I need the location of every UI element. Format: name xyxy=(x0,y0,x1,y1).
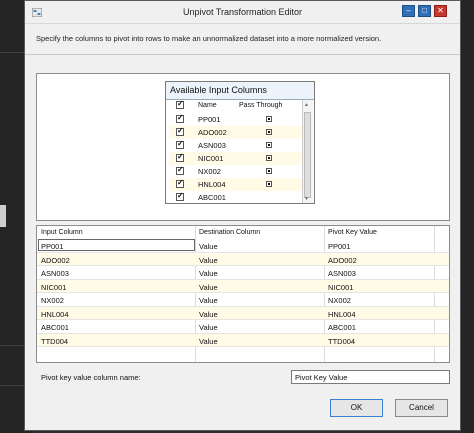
input-column-header: Input Column xyxy=(41,229,83,236)
list-item[interactable]: ASN003 xyxy=(169,139,304,152)
mapping-grid: Input Column Destination Column Pivot Ke… xyxy=(36,225,450,363)
column-name: NX002 xyxy=(198,167,221,176)
table-row[interactable]: NIC001 Value NIC001 xyxy=(37,279,449,293)
list-item[interactable]: NX002 xyxy=(169,165,304,178)
available-columns-title: Available Input Columns xyxy=(170,85,267,95)
unpivot-dialog: Unpivot Transformation Editor – □ ✕ Spec… xyxy=(24,0,461,431)
list-item[interactable]: NIC001 xyxy=(169,152,304,165)
list-item[interactable]: ABC001 xyxy=(169,191,304,203)
cancel-button[interactable]: Cancel xyxy=(395,399,448,417)
available-columns-header: Name Pass Through xyxy=(169,99,304,112)
available-input-columns: Available Input Columns Name Pass Throug… xyxy=(165,81,315,204)
pass-through-checkbox[interactable] xyxy=(266,129,272,135)
maximize-button[interactable]: □ xyxy=(418,5,431,17)
list-item[interactable]: HNL004 xyxy=(169,178,304,191)
maximize-icon: □ xyxy=(422,6,427,15)
pivot-key-value-cell[interactable]: PP001 xyxy=(328,242,351,251)
column-name: HNL004 xyxy=(198,180,226,189)
scroll-up-icon[interactable]: ▲ xyxy=(304,102,309,108)
scrollbar-thumb[interactable] xyxy=(304,112,311,198)
name-column-header: Name xyxy=(198,102,217,109)
list-item[interactable]: ADO002 xyxy=(169,126,304,139)
pass-through-checkbox[interactable] xyxy=(266,168,272,174)
pivot-key-value-cell[interactable]: ASN003 xyxy=(328,269,356,278)
pass-through-column-header: Pass Through xyxy=(239,102,283,109)
destination-column-cell[interactable]: Value xyxy=(199,337,218,346)
column-name: ADO002 xyxy=(198,128,227,137)
column-checkbox[interactable] xyxy=(176,178,184,188)
input-column-cell[interactable]: ABC001 xyxy=(41,323,69,332)
table-row[interactable]: ASN003 Value ASN003 xyxy=(37,266,449,280)
pass-through-checkbox[interactable] xyxy=(266,181,272,187)
scroll-down-icon[interactable]: ▼ xyxy=(304,196,309,202)
input-column-cell[interactable]: ADO002 xyxy=(41,256,70,265)
pivot-key-value-cell[interactable]: NIC001 xyxy=(328,283,353,292)
column-checkbox[interactable] xyxy=(176,113,184,123)
destination-column-cell[interactable]: Value xyxy=(199,296,218,305)
destination-column-cell[interactable]: Value xyxy=(199,256,218,265)
table-row[interactable]: HNL004 Value HNL004 xyxy=(37,306,449,320)
pivot-key-value-cell[interactable]: ADO002 xyxy=(328,256,357,265)
input-column-cell[interactable]: ASN003 xyxy=(41,269,69,278)
destination-column-cell[interactable]: Value xyxy=(199,242,218,251)
pivot-key-value-cell[interactable]: NX002 xyxy=(328,296,351,305)
dialog-title: Unpivot Transformation Editor xyxy=(182,7,303,17)
column-checkbox[interactable] xyxy=(176,139,184,149)
mapping-grid-header: Input Column Destination Column Pivot Ke… xyxy=(37,226,449,239)
pivot-key-label: Pivot key value column name: xyxy=(41,373,141,382)
header-separator xyxy=(25,54,460,55)
pivot-key-input[interactable] xyxy=(291,370,450,384)
pivot-key-value-cell[interactable]: HNL004 xyxy=(328,310,356,319)
title-bar: Unpivot Transformation Editor – □ ✕ xyxy=(25,1,460,24)
column-name: NIC001 xyxy=(198,154,224,163)
input-column-cell[interactable]: TTD004 xyxy=(41,337,68,346)
destination-column-cell[interactable]: Value xyxy=(199,323,218,332)
pass-through-checkbox[interactable] xyxy=(266,142,272,148)
dialog-description: Specify the columns to pivot into rows t… xyxy=(36,34,382,43)
column-name: ASN003 xyxy=(198,141,226,150)
close-button[interactable]: ✕ xyxy=(434,5,447,17)
table-row[interactable]: ABC001 Value ABC001 xyxy=(37,320,449,334)
available-columns-titlebar[interactable]: Available Input Columns xyxy=(166,82,314,100)
column-name: PP001 xyxy=(198,115,221,124)
pivot-key-value-cell[interactable]: ABC001 xyxy=(328,323,356,332)
table-row[interactable]: NX002 Value NX002 xyxy=(37,293,449,307)
ide-background-right xyxy=(460,0,474,433)
column-checkbox[interactable] xyxy=(176,165,184,175)
pivot-key-value-cell[interactable]: TTD004 xyxy=(328,337,355,346)
select-all-checkbox[interactable] xyxy=(176,99,184,109)
pivot-key-value-header: Pivot Key Value xyxy=(328,229,377,236)
destination-column-cell[interactable]: Value xyxy=(199,310,218,319)
input-column-cell[interactable]: NX002 xyxy=(41,296,64,305)
minimize-icon: – xyxy=(406,6,411,15)
table-row[interactable]: PP001 Value PP001 xyxy=(37,239,449,253)
ide-side-tab[interactable] xyxy=(0,205,6,227)
column-checkbox[interactable] xyxy=(176,191,184,201)
table-row[interactable]: ADO002 Value ADO002 xyxy=(37,252,449,266)
input-column-cell[interactable]: HNL004 xyxy=(41,310,69,319)
ok-button[interactable]: OK xyxy=(330,399,383,417)
destination-column-cell[interactable]: Value xyxy=(199,269,218,278)
column-checkbox[interactable] xyxy=(176,126,184,136)
column-checkbox[interactable] xyxy=(176,152,184,162)
pass-through-checkbox[interactable] xyxy=(266,116,272,122)
input-column-cell[interactable]: PP001 xyxy=(41,242,64,251)
list-item[interactable]: PP001 xyxy=(169,113,304,126)
pass-through-checkbox[interactable] xyxy=(266,155,272,161)
close-icon: ✕ xyxy=(437,6,444,15)
destination-column-cell[interactable]: Value xyxy=(199,283,218,292)
column-name: ABC001 xyxy=(198,193,226,202)
destination-column-header: Destination Column xyxy=(199,229,261,236)
available-columns-scrollbar[interactable]: ▲ ▼ xyxy=(302,100,313,203)
table-row[interactable]: TTD004 Value TTD004 xyxy=(37,333,449,347)
minimize-button[interactable]: – xyxy=(402,5,415,17)
input-column-cell[interactable]: NIC001 xyxy=(41,283,66,292)
